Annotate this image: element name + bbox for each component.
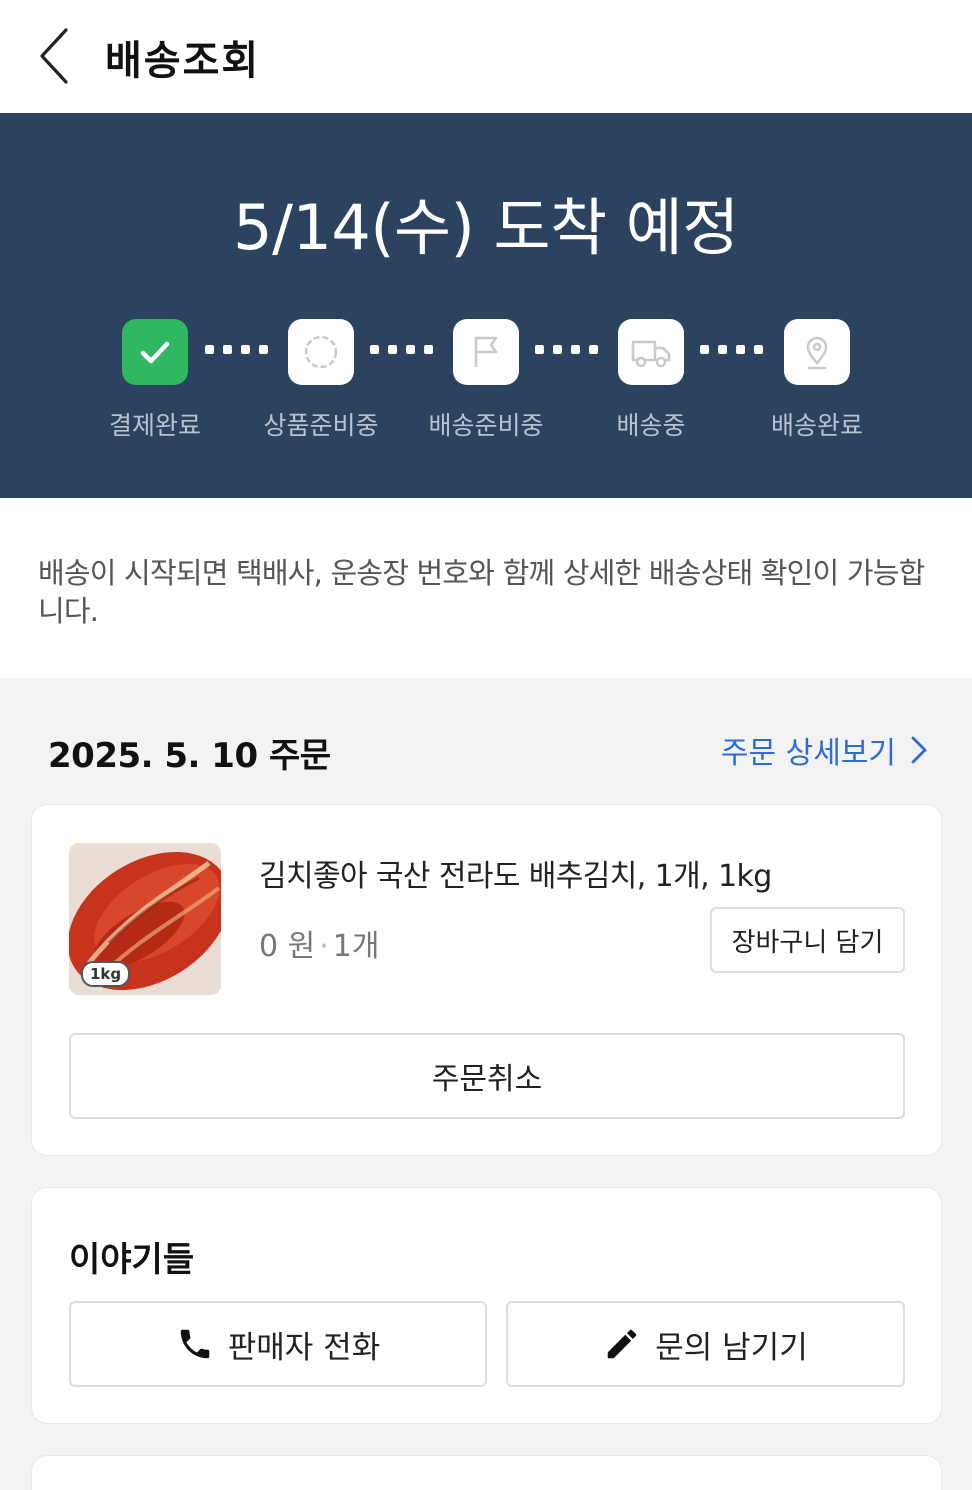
loading-circle-icon	[304, 335, 338, 369]
step-payment-complete	[122, 319, 188, 385]
weight-badge: 1kg	[81, 961, 131, 987]
price-separator: ·	[319, 929, 329, 964]
product-quantity: 1개	[332, 929, 380, 964]
top-bar: 배송조회	[0, 0, 972, 113]
chevron-left-icon	[40, 28, 68, 84]
step-label: 상품준비중	[263, 411, 379, 440]
product-name[interactable]: 김치좋아 국산 전라도 배추김치, 1개, 1kg	[259, 851, 772, 895]
step-connector	[205, 345, 268, 355]
step-label: 배송완료	[770, 411, 863, 440]
step-label: 배송준비중	[428, 411, 544, 440]
flag-icon	[474, 336, 498, 367]
call-seller-button[interactable]: 판매자 전화	[69, 1301, 487, 1387]
add-to-cart-button[interactable]: 장바구니 담기	[710, 907, 905, 973]
stories-card: 이야기들 판매자 전화 문의 남기기	[31, 1187, 942, 1424]
order-detail-label: 주문 상세보기	[720, 736, 896, 771]
call-seller-label: 판매자 전화	[227, 1329, 381, 1366]
back-button[interactable]	[30, 24, 80, 88]
page-title: 배송조회	[105, 38, 261, 84]
chevron-right-icon	[911, 736, 927, 764]
order-item-card: 1kg 김치좋아 국산 전라도 배추김치, 1개, 1kg 0 원 · 1개 장바구…	[31, 804, 942, 1156]
step-preparing-product	[288, 319, 354, 385]
delivery-status-banner: 5/14(수) 도착 예정 결제완료 상품준비중 배송준비중 배송중 배송완료	[0, 113, 972, 498]
step-connector	[700, 345, 763, 355]
leave-inquiry-label: 문의 남기기	[655, 1329, 808, 1366]
order-detail-link[interactable]: 주문 상세보기	[721, 728, 928, 772]
eta-text: 5/14(수) 도착 예정	[233, 191, 739, 264]
truck-icon	[631, 340, 671, 368]
delivery-info-text: 배송이 시작되면 택배사, 운송장 번호와 함께 상세한 배송상태 확인이 가능…	[38, 556, 925, 628]
order-date: 2025. 5. 10 주문	[48, 736, 331, 776]
check-icon	[140, 341, 170, 364]
product-price: 0 원	[259, 929, 316, 964]
pencil-icon	[608, 1329, 637, 1359]
delivery-info-section: 배송이 시작되면 택배사, 운송장 번호와 함께 상세한 배송상태 확인이 가능…	[0, 498, 972, 678]
leave-inquiry-button[interactable]: 문의 남기기	[506, 1301, 905, 1387]
step-connector	[370, 345, 433, 355]
step-label: 배송중	[616, 411, 686, 440]
stories-title: 이야기들	[69, 1240, 195, 1280]
next-section-card	[31, 1455, 942, 1490]
step-connector	[535, 345, 598, 355]
product-price-qty: 0 원 · 1개	[259, 921, 379, 965]
step-in-transit	[618, 319, 684, 385]
step-delivered	[784, 319, 850, 385]
step-label: 결제완료	[108, 411, 201, 440]
product-thumbnail[interactable]: 1kg	[69, 843, 221, 995]
phone-icon	[180, 1329, 210, 1359]
step-preparing-shipment	[453, 319, 519, 385]
cancel-order-button[interactable]: 주문취소	[69, 1033, 905, 1119]
location-pin-icon	[806, 336, 828, 370]
